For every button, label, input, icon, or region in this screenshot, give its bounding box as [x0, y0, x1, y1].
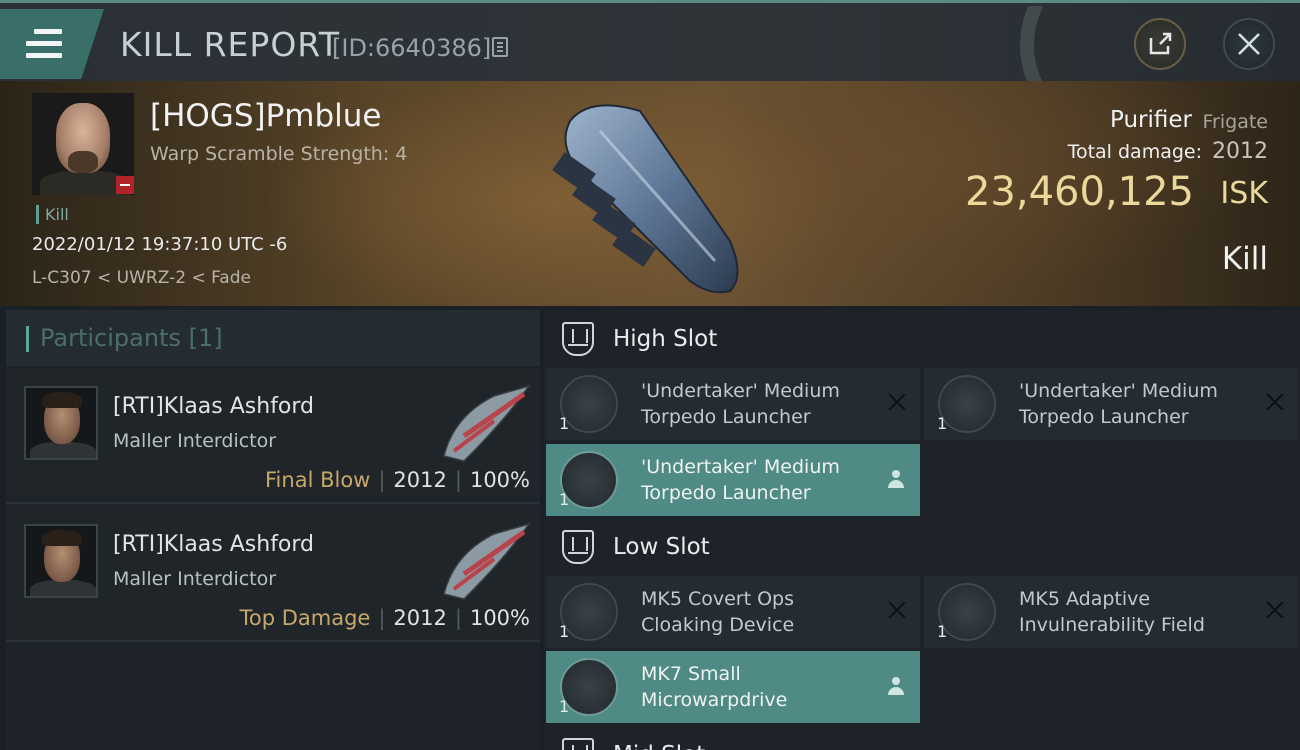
participant-stats: Top Damage | 2012 | 100%	[239, 606, 530, 630]
participant-ship: Maller Interdictor	[113, 430, 277, 452]
isk-value: 23,460,125	[964, 169, 1194, 215]
high-slot-icon	[562, 322, 594, 356]
victim-ship-name[interactable]: Purifier	[1110, 107, 1192, 133]
top-damage-tag: Top Damage	[239, 606, 371, 630]
security-status-icon	[116, 176, 134, 194]
participant-ship-image[interactable]	[434, 376, 538, 466]
share-icon	[1149, 32, 1172, 55]
participant-percent: 100%	[469, 606, 530, 630]
kill-tag: Kill	[36, 205, 69, 224]
module-name: 'Undertaker' Medium Torpedo Launcher	[641, 456, 840, 504]
participant-percent: 100%	[469, 468, 530, 492]
participant-row[interactable]: [RTI]Klaas Ashford Maller Interdictor Fi…	[6, 368, 540, 504]
copy-icon[interactable]	[492, 37, 508, 57]
destroyed-icon	[1266, 601, 1284, 619]
mid-slot-title: Mid Slot	[613, 742, 705, 750]
total-damage-value: 2012	[1212, 139, 1268, 164]
module-item[interactable]: 1 MK5 Covert Ops Cloaking Device	[546, 576, 920, 648]
final-blow-tag: Final Blow	[265, 468, 371, 492]
module-name: 'Undertaker' Medium Torpedo Launcher	[1019, 380, 1218, 428]
high-slot-header: High Slot	[544, 310, 1300, 368]
module-item[interactable]: 1 MK7 Small Microwarpdrive	[546, 651, 920, 723]
participants-title: Participants [1]	[40, 324, 223, 352]
module-item[interactable]: 1 'Undertaker' Medium Torpedo Launcher	[546, 444, 920, 516]
module-item[interactable]: 1 'Undertaker' Medium Torpedo Launcher	[924, 368, 1298, 440]
module-item[interactable]: 1 MK5 Adaptive Invulnerability Field	[924, 576, 1298, 648]
participants-label: Participants	[40, 324, 181, 352]
victim-ship-image[interactable]	[530, 91, 770, 301]
destroyed-icon	[888, 393, 906, 411]
module-quantity: 1	[559, 490, 570, 509]
module-name: 'Undertaker' Medium Torpedo Launcher	[641, 380, 840, 428]
share-button[interactable]	[1134, 18, 1186, 70]
high-slot-title: High Slot	[613, 326, 718, 352]
participant-name[interactable]: [RTI]Klaas Ashford	[113, 532, 314, 557]
participant-damage: 2012	[393, 606, 447, 630]
kill-datetime: 2022/01/12 19:37:10 UTC -6	[32, 234, 288, 255]
victim-name[interactable]: [HOGS]Pmblue	[150, 98, 382, 134]
module-name: MK5 Adaptive Invulnerability Field	[1019, 588, 1205, 636]
module-quantity: 1	[937, 414, 948, 433]
participant-row[interactable]: [RTI]Klaas Ashford Maller Interdictor To…	[6, 506, 540, 642]
victim-ship-class: Frigate	[1202, 111, 1268, 133]
participants-panel: Participants [1] [RTI]Klaas Ashford Mall…	[6, 310, 540, 750]
module-quantity: 1	[559, 622, 570, 641]
fitting-panel: High Slot 1 'Undertaker' Medium Torpedo …	[544, 310, 1300, 750]
module-item[interactable]: 1 'Undertaker' Medium Torpedo Launcher	[546, 368, 920, 440]
participants-count: [1]	[188, 324, 223, 352]
participant-portrait[interactable]	[24, 386, 98, 460]
close-button[interactable]	[1223, 18, 1275, 70]
dropped-icon	[888, 470, 904, 488]
destroyed-icon	[1266, 393, 1284, 411]
low-slot-icon	[562, 530, 594, 564]
destroyed-icon	[888, 601, 906, 619]
page-title: KILL REPORT	[120, 25, 340, 64]
participants-header: Participants [1]	[6, 310, 540, 366]
participant-portrait[interactable]	[24, 524, 98, 598]
low-slot-header: Low Slot	[544, 518, 1300, 576]
dropped-icon	[888, 677, 904, 695]
module-quantity: 1	[559, 697, 570, 716]
victim-banner: [HOGS]Pmblue Warp Scramble Strength: 4 K…	[0, 81, 1300, 306]
isk-label: ISK	[1220, 176, 1268, 211]
menu-button[interactable]	[0, 9, 104, 79]
module-quantity: 1	[559, 414, 570, 433]
header-bar: KILL REPORT [ID:6640386]	[0, 3, 1300, 84]
hamburger-icon	[26, 29, 62, 59]
module-name: MK7 Small Microwarpdrive	[641, 663, 788, 711]
warp-scramble-strength: Warp Scramble Strength: 4	[150, 143, 408, 165]
report-id: [ID:6640386]	[332, 34, 492, 62]
module-name: MK5 Covert Ops Cloaking Device	[641, 588, 795, 636]
mid-slot-icon	[562, 738, 594, 750]
participant-ship-image[interactable]	[434, 514, 538, 604]
kill-type: Kill	[1221, 241, 1268, 277]
total-damage-label: Total damage:	[1067, 141, 1202, 163]
participant-damage: 2012	[393, 468, 447, 492]
mid-slot-header: Mid Slot	[544, 726, 1300, 750]
module-quantity: 1	[937, 622, 948, 641]
close-icon	[1238, 33, 1260, 55]
participant-name[interactable]: [RTI]Klaas Ashford	[113, 394, 314, 419]
kill-location[interactable]: L-C307 < UWRZ-2 < Fade	[32, 268, 251, 288]
participant-stats: Final Blow | 2012 | 100%	[265, 468, 530, 492]
participant-ship: Maller Interdictor	[113, 568, 277, 590]
low-slot-title: Low Slot	[613, 534, 710, 560]
